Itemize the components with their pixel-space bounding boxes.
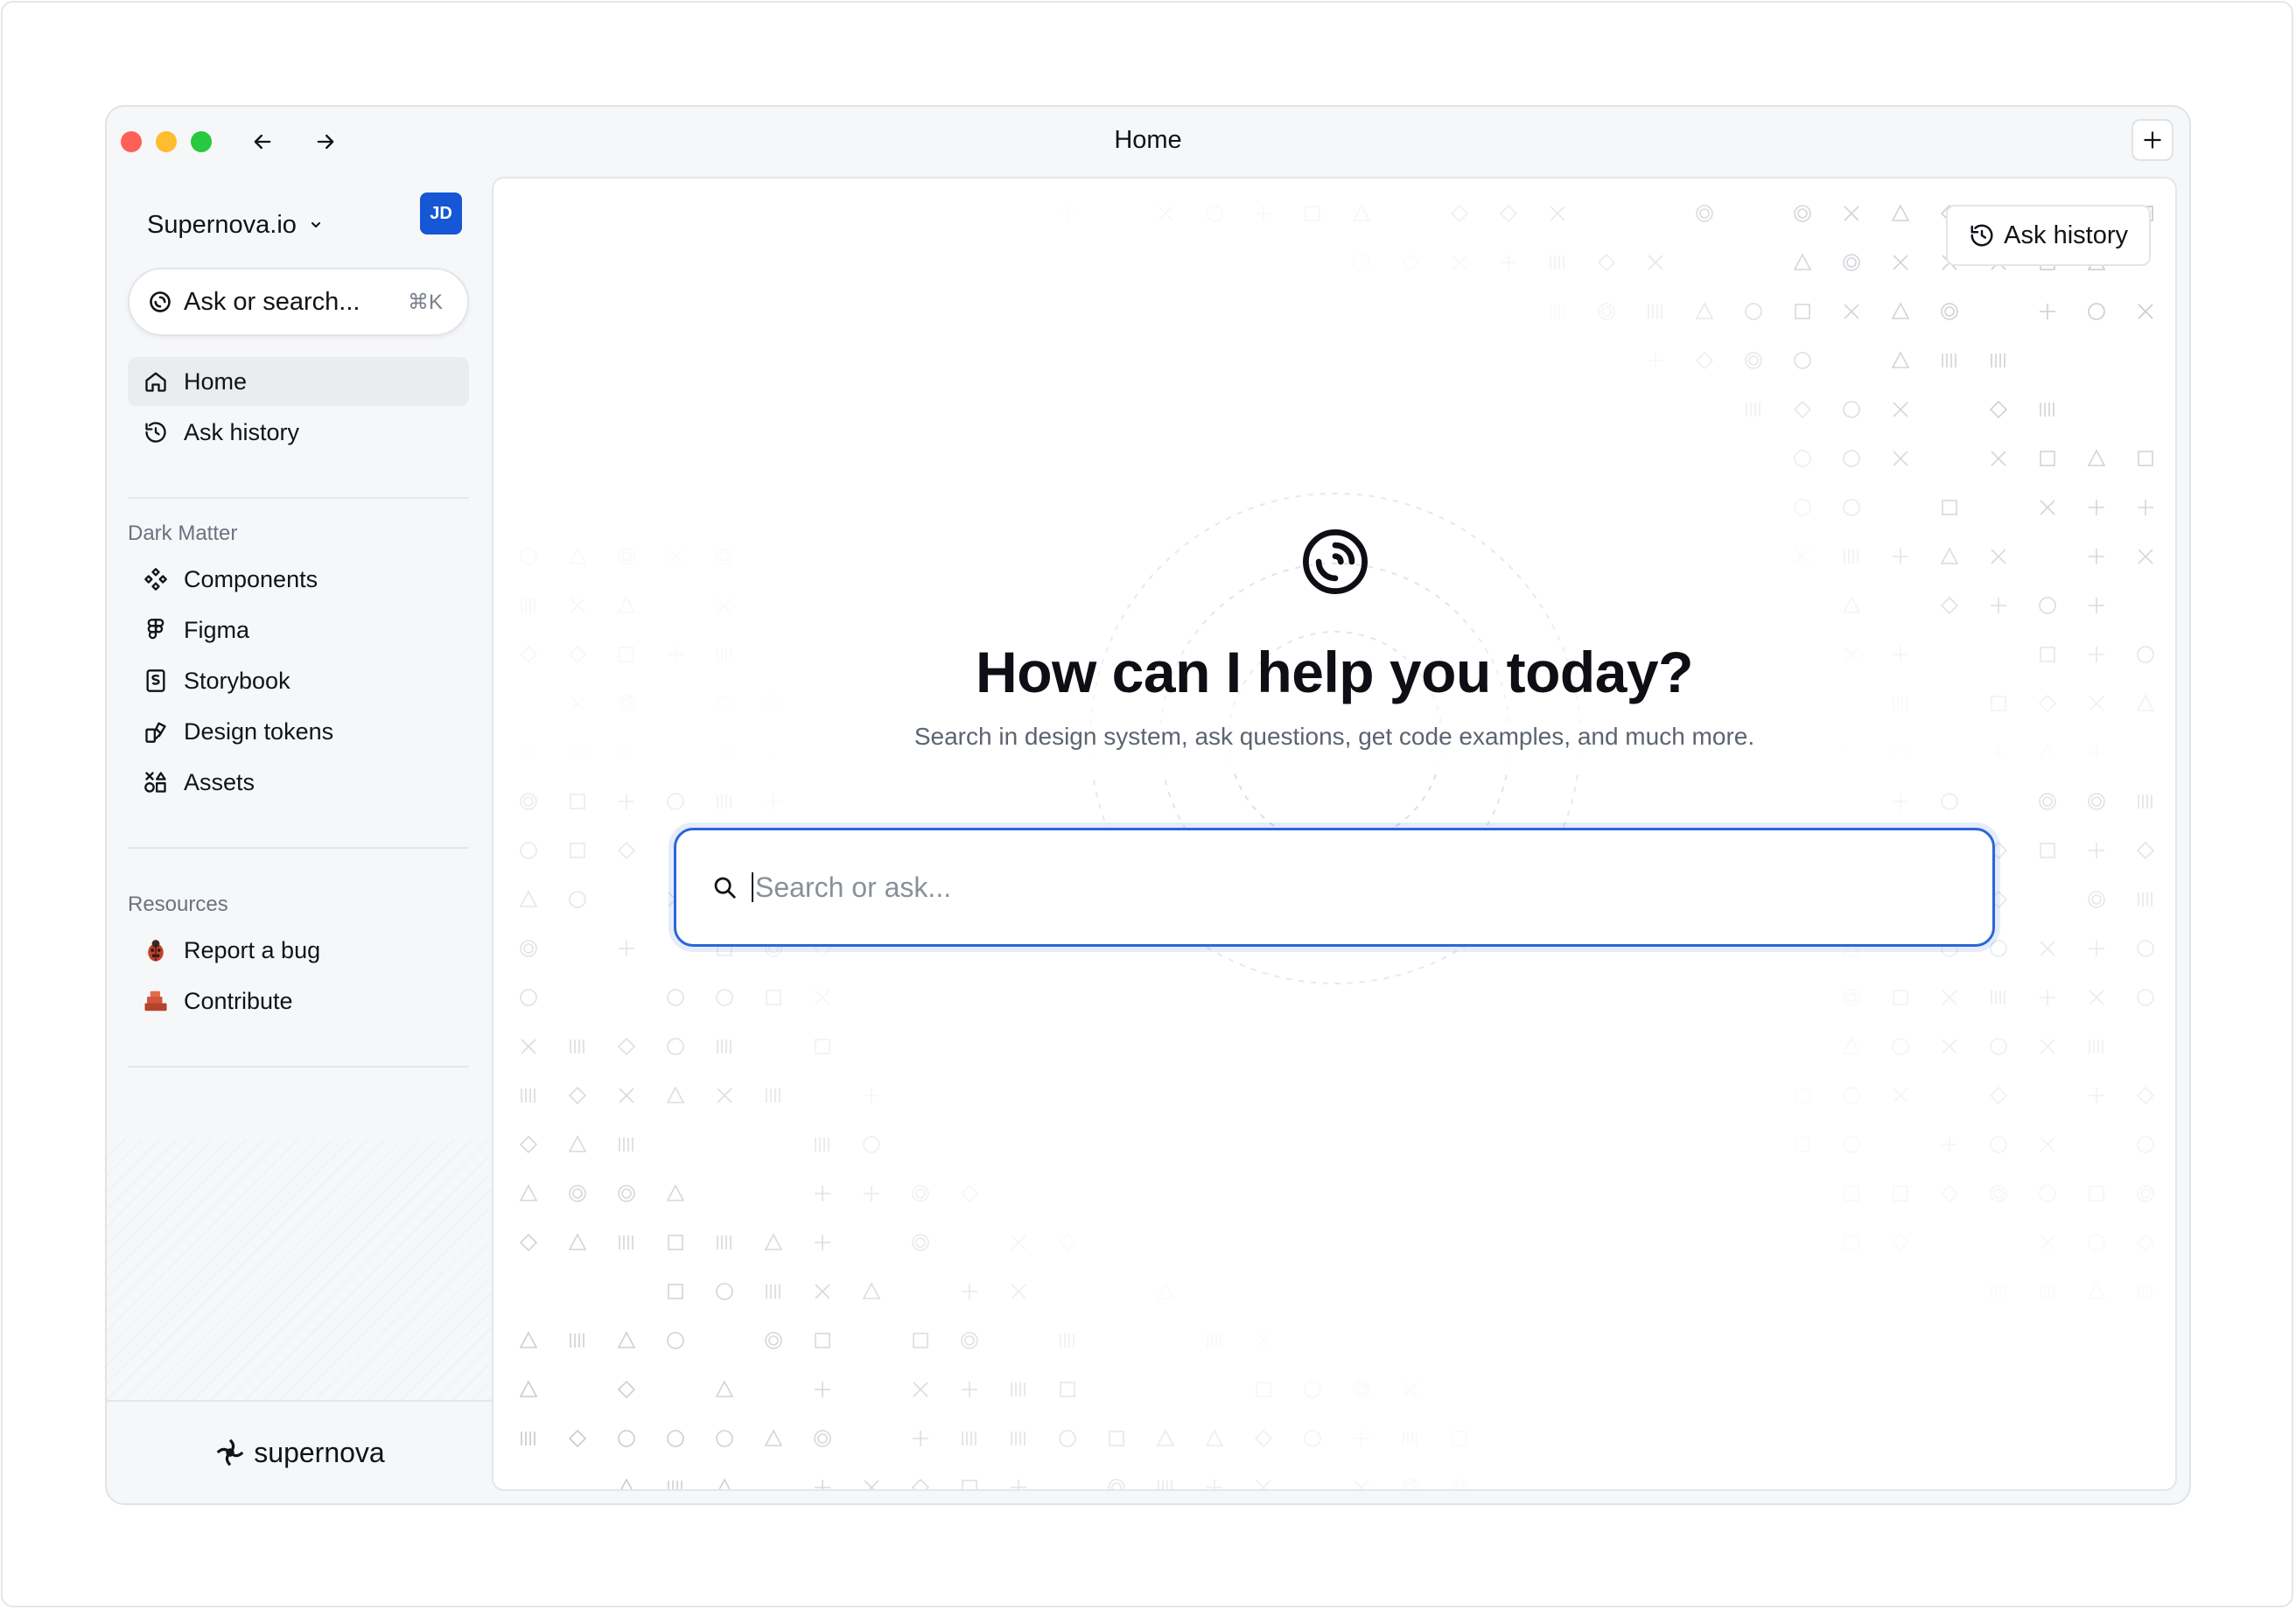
title-bar: Home <box>107 107 2189 177</box>
sidebar-item-contribute[interactable]: Contribute <box>128 976 469 1026</box>
storybook-icon <box>146 669 165 692</box>
assistant-logo-icon <box>1303 529 1368 594</box>
components-icon <box>144 568 167 591</box>
ask-history-label: Ask history <box>2004 220 2128 249</box>
bricks-icon <box>144 990 167 1012</box>
sidebar-item-label: Design tokens <box>184 718 334 745</box>
bug-icon <box>148 940 164 962</box>
new-tab-button[interactable] <box>2132 119 2174 161</box>
search-icon <box>714 877 736 899</box>
sidebar-item-label: Storybook <box>184 667 290 694</box>
swirl-icon <box>150 291 171 312</box>
sidebar-divider <box>128 847 469 849</box>
shortcut-hint: ⌘K <box>407 290 443 314</box>
hero-title: How can I help you today? <box>976 640 1693 704</box>
plus-icon <box>2144 131 2161 149</box>
app-window: Home Supernova.io JD Ask or search... ⌘K… <box>105 105 2191 1505</box>
sidebar-item-label: Assets <box>184 768 256 795</box>
avatar[interactable]: JD <box>420 192 462 234</box>
sidebar-divider <box>128 1066 469 1068</box>
sidebar-item-label: Components <box>184 565 318 592</box>
brand-logo[interactable]: supernova <box>214 1436 385 1469</box>
sidebar-item-label: Home <box>184 368 248 395</box>
assets-icon <box>144 772 166 793</box>
sidebar-divider <box>128 497 469 499</box>
design-tokens-icon <box>145 722 166 743</box>
section-title-resources: Resources <box>128 892 228 916</box>
sidebar-item-design-tokens[interactable]: Design tokens <box>128 707 469 756</box>
workspace-switcher[interactable]: Supernova.io <box>147 203 323 247</box>
history-icon <box>145 422 166 443</box>
sidebar-item-figma[interactable]: Figma <box>128 606 469 654</box>
hero-subtitle: Search in design system, ask questions, … <box>914 723 1755 750</box>
sidebar-item-home[interactable]: Home <box>128 357 469 406</box>
figma-icon <box>147 619 164 640</box>
sidebar-hatch-pattern <box>107 1139 492 1402</box>
sidebar: Supernova.io JD Ask or search... ⌘K Home… <box>107 177 492 1503</box>
main-panel: Ask history How can I help you today? Se… <box>492 177 2177 1491</box>
main-search-box[interactable] <box>674 828 1995 947</box>
section-title-dark-matter: Dark Matter <box>128 522 238 545</box>
ask-history-button[interactable]: Ask history <box>1946 205 2151 266</box>
search-input[interactable] <box>753 860 1992 914</box>
sidebar-item-label: Contribute <box>184 987 293 1014</box>
sidebar-item-report-a-bug[interactable]: Report a bug <box>128 926 469 975</box>
window-title: Home <box>1114 126 1182 154</box>
sidebar-item-label: Report a bug <box>184 936 321 963</box>
history-icon <box>1970 224 1993 247</box>
chevron-down-icon <box>311 222 320 228</box>
home-icon <box>145 372 166 392</box>
supernova-logo-icon <box>216 1438 244 1466</box>
ask-or-search-button[interactable]: Ask or search... ⌘K <box>128 268 469 336</box>
sidebar-item-storybook[interactable]: Storybook <box>128 656 469 705</box>
sidebar-item-components[interactable]: Components <box>128 555 469 604</box>
workspace-name: Supernova.io <box>147 210 297 239</box>
sidebar-item-label: Ask history <box>184 418 300 445</box>
sidebar-item-assets[interactable]: Assets <box>128 758 469 807</box>
sidebar-item-label: Figma <box>184 616 250 643</box>
sidebar-item-ask-history[interactable]: Ask history <box>128 408 469 457</box>
brand-name: supernova <box>254 1436 385 1468</box>
ask-search-label: Ask or search... <box>184 287 360 316</box>
sidebar-footer: supernova <box>107 1400 492 1503</box>
